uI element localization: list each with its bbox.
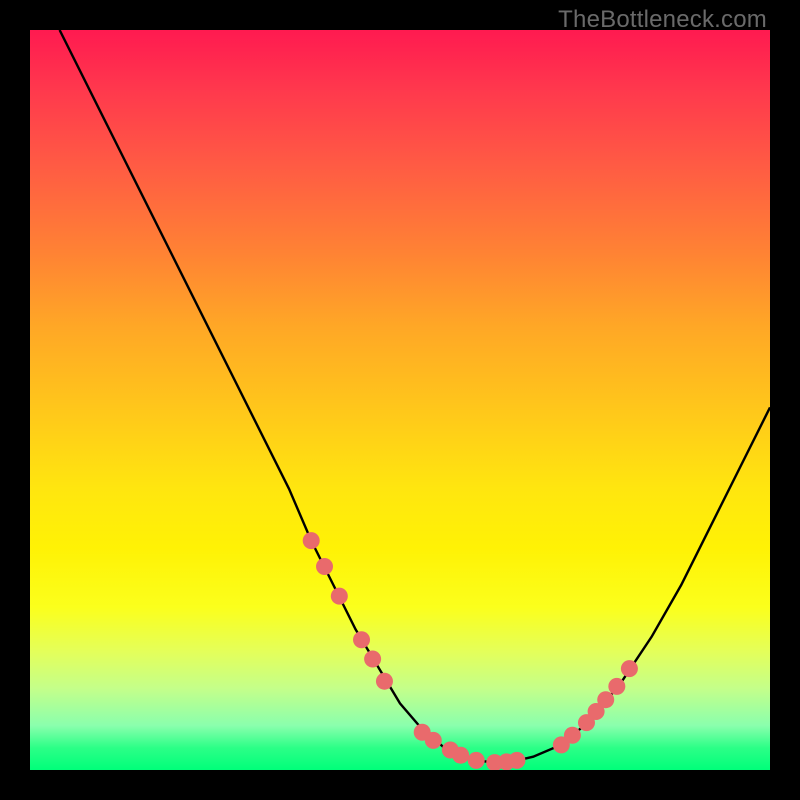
data-markers (303, 532, 638, 770)
data-marker (425, 732, 442, 749)
data-marker (303, 532, 320, 549)
watermark-text: TheBottleneck.com (558, 6, 767, 34)
plot-area (30, 30, 770, 770)
data-marker (468, 752, 485, 769)
chart-svg (30, 30, 770, 770)
data-marker (508, 752, 525, 769)
chart-frame: TheBottleneck.com (0, 0, 800, 800)
data-marker (621, 660, 638, 677)
data-marker (376, 673, 393, 690)
data-marker (452, 747, 469, 764)
data-marker (364, 651, 381, 668)
data-marker (331, 588, 348, 605)
data-marker (608, 678, 625, 695)
data-marker (564, 727, 581, 744)
data-marker (316, 558, 333, 575)
data-marker (353, 631, 370, 648)
data-marker (597, 691, 614, 708)
bottleneck-curve (60, 30, 770, 763)
